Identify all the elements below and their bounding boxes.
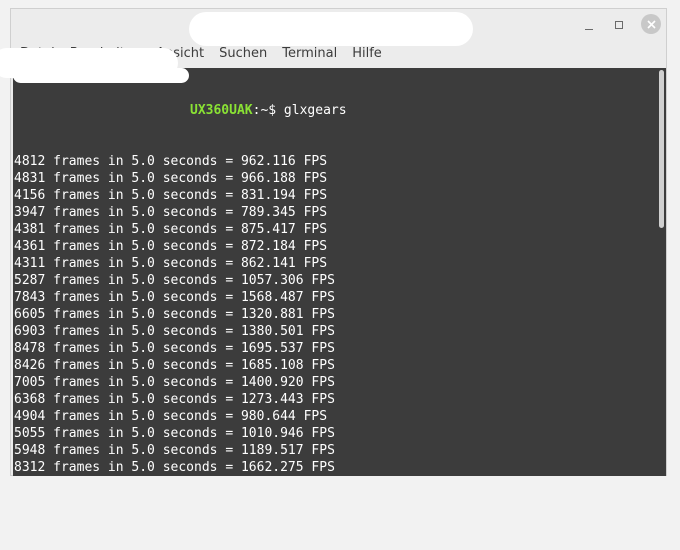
prompt-line: UX360UAK:~$ glxgears xyxy=(14,102,654,119)
output-line: 4156 frames in 5.0 seconds = 831.194 FPS xyxy=(14,188,328,203)
output-line: 4831 frames in 5.0 seconds = 966.188 FPS xyxy=(14,171,328,186)
output-line: 4311 frames in 5.0 seconds = 862.141 FPS xyxy=(14,256,328,271)
title-bar[interactable] xyxy=(11,9,666,46)
output-line: 4812 frames in 5.0 seconds = 962.116 FPS xyxy=(14,154,328,169)
output-line: 6605 frames in 5.0 seconds = 1320.881 FP… xyxy=(14,307,335,322)
prompt-host: UX360UAK xyxy=(190,103,253,118)
output-line: 4381 frames in 5.0 seconds = 875.417 FPS xyxy=(14,222,328,237)
output-line: 7843 frames in 5.0 seconds = 1568.487 FP… xyxy=(14,290,335,305)
output-line: 4904 frames in 5.0 seconds = 980.644 FPS xyxy=(14,409,328,424)
prompt-path: :~$ xyxy=(252,103,277,118)
output-line: 3947 frames in 5.0 seconds = 789.345 FPS xyxy=(14,205,328,220)
output-line: 5055 frames in 5.0 seconds = 1010.946 FP… xyxy=(14,426,335,441)
close-icon xyxy=(646,19,656,29)
scrollbar-thumb[interactable] xyxy=(659,70,664,228)
output-line: 5287 frames in 5.0 seconds = 1057.306 FP… xyxy=(14,273,335,288)
output-line: 8478 frames in 5.0 seconds = 1695.537 FP… xyxy=(14,341,335,356)
menu-suchen[interactable]: Suchen xyxy=(212,42,274,66)
menu-hilfe[interactable]: Hilfe xyxy=(345,42,389,66)
menu-redaction xyxy=(0,48,178,78)
terminal-window: Datei Bearbeiten Ansicht Suchen Terminal… xyxy=(10,8,667,476)
output-line: 8426 frames in 5.0 seconds = 1685.108 FP… xyxy=(14,358,335,373)
output-line: 7005 frames in 5.0 seconds = 1400.920 FP… xyxy=(14,375,335,390)
close-button[interactable] xyxy=(641,14,661,34)
scrollbar[interactable] xyxy=(656,68,666,476)
output-line: 6368 frames in 5.0 seconds = 1273.443 FP… xyxy=(14,392,335,407)
title-redaction xyxy=(189,12,473,46)
maximize-icon xyxy=(615,21,623,29)
terminal-output[interactable]: UX360UAK:~$ glxgears 4812 frames in 5.0 … xyxy=(13,68,666,476)
output-line: 5948 frames in 5.0 seconds = 1189.517 FP… xyxy=(14,443,335,458)
output-line: 4361 frames in 5.0 seconds = 872.184 FPS xyxy=(14,239,328,254)
terminal-text: UX360UAK:~$ glxgears 4812 frames in 5.0 … xyxy=(14,68,654,476)
menu-terminal[interactable]: Terminal xyxy=(275,42,344,66)
output-line: 6903 frames in 5.0 seconds = 1380.501 FP… xyxy=(14,324,335,339)
minimize-icon xyxy=(585,28,593,30)
maximize-button[interactable] xyxy=(609,15,629,35)
prompt-command: glxgears xyxy=(276,103,347,118)
minimize-button[interactable] xyxy=(579,15,599,35)
output-line: 8312 frames in 5.0 seconds = 1662.275 FP… xyxy=(14,460,335,475)
